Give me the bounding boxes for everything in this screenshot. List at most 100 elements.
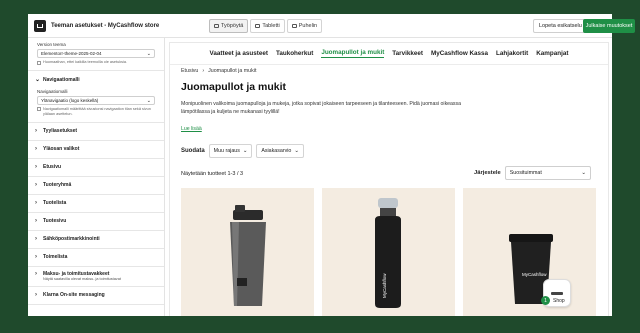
version-select[interactable]: Elementorr-theme-2025-02-04 ⌄ <box>37 49 155 58</box>
breadcrumb-separator: › <box>202 68 205 74</box>
device-desktop-button[interactable]: Työpöytä <box>209 19 249 33</box>
device-tablet-button[interactable]: Tabletti <box>250 19 285 33</box>
nav-model-select[interactable]: Ylänavigaatio (logo keskellä) ⌄ <box>37 95 155 105</box>
sidebar-item-frontpage[interactable]: › Etusivu <box>28 159 164 177</box>
sidebar-item-style[interactable]: › Tyyliasetukset <box>28 123 164 141</box>
sidebar-item-label: Klarna On-site messaging <box>43 292 105 299</box>
nav-item-accessories[interactable]: Tarvikkeet <box>392 50 423 58</box>
filter-rating-label: Asiakasarvio <box>261 148 292 154</box>
product-card[interactable] <box>181 188 314 316</box>
filter-label: Suodata <box>181 148 205 154</box>
widget-icon <box>551 291 563 295</box>
sidebar-item-label: Yläosan valikot <box>43 146 80 153</box>
shop-count: 1 <box>541 296 550 305</box>
product-count: Näytetään tuotteet 1-3 / 3 <box>181 171 244 177</box>
chevron-right-icon: › <box>35 128 37 135</box>
read-more-link[interactable]: Lue lisää <box>181 126 202 132</box>
device-phone-label: Puhelin <box>298 23 318 29</box>
nav-item-kassa[interactable]: MyCashflow Kassa <box>431 50 488 58</box>
chevron-right-icon: › <box>35 254 37 261</box>
chevron-down-icon: ⌄ <box>146 97 151 104</box>
cup-brand-text: MyCashflow <box>522 272 547 277</box>
nav-model-note-text: Navigaatiomalli määrittää sivustonsi nav… <box>43 106 151 116</box>
app-title: Teeman asetukset - MyCashflow store <box>51 22 160 29</box>
chevron-down-icon: ⌄ <box>35 77 41 84</box>
nav-model-label: Navigaatiomalli <box>37 88 68 94</box>
sidebar-item-product-page[interactable]: › Tuotesivu <box>28 213 164 231</box>
chevron-down-icon: ⌄ <box>146 51 151 57</box>
nav-model-title: Navigaatiomalli <box>43 76 80 83</box>
shop-badge[interactable]: 1 Shop <box>541 296 565 305</box>
sidebar-item-label: Tuoteryhmä <box>43 182 72 189</box>
nav-model-section: ⌄ Navigaatiomalli Navigaatiomalli Ylänav… <box>28 71 164 123</box>
device-phone-button[interactable]: Puhelin <box>286 19 323 33</box>
sidebar-item-label: Tuotelista <box>43 200 67 207</box>
version-section: Version teema Elementorr-theme-2025-02-0… <box>28 38 164 71</box>
sidebar-item-payment-delivery[interactable]: › Maksu- ja toimitustavakkeet Näytä saat… <box>28 267 164 287</box>
bottle-brand-text: MyCashflow <box>382 273 387 298</box>
sort-select[interactable]: Suosituimmat ⌄ <box>504 166 591 180</box>
nav-item-bottles[interactable]: Juomapullot ja mukit <box>321 49 385 58</box>
nav-model-note: Navigaatiomalli määrittää sivustonsi nav… <box>37 107 155 117</box>
filter-other-button[interactable]: Muu rajaus ⌄ <box>208 144 253 158</box>
nav-item-campaigns[interactable]: Kampanjat <box>536 50 568 58</box>
nav-item-giftcards[interactable]: Lahjakortit <box>496 50 528 58</box>
nav-item-clothing[interactable]: Vaatteet ja asusteet <box>210 50 268 58</box>
chevron-right-icon: › <box>35 270 37 277</box>
store-nav: Vaatteet ja asusteet Taukoherkut Juomapu… <box>170 43 608 65</box>
coffee-cup-image: MyCashflow <box>509 234 553 304</box>
chevron-down-icon: ⌄ <box>242 148 248 154</box>
sidebar-item-product-group[interactable]: › Tuoteryhmä <box>28 177 164 195</box>
sort-label: Järjestele <box>474 170 501 176</box>
stop-preview-button[interactable]: Lopeta esikatselu <box>533 19 588 33</box>
version-label: Version teema <box>37 42 66 47</box>
device-switcher: Työpöytä Tabletti Puhelin <box>209 19 323 33</box>
app-logo-icon <box>34 19 46 32</box>
filter-other-label: Muu rajaus <box>213 148 240 154</box>
settings-sidebar: Version teema Elementorr-theme-2025-02-0… <box>28 38 165 316</box>
shop-label: Shop <box>553 297 565 304</box>
product-card[interactable]: MyCashflow <box>322 188 455 316</box>
info-icon <box>37 107 41 112</box>
chevron-right-icon: › <box>35 218 37 225</box>
filter-row: Suodata Muu rajaus ⌄ Asiakasarvio ⌄ <box>181 144 304 158</box>
chevron-right-icon: › <box>35 200 37 207</box>
sidebar-item-email-marketing[interactable]: › Sähköpostimarkkinointi <box>28 231 164 249</box>
desktop-icon <box>214 24 219 28</box>
sidebar-item-label: Tuotesivu <box>43 218 67 225</box>
sidebar-item-product-list[interactable]: › Tuotelista <box>28 195 164 213</box>
chevron-right-icon: › <box>35 236 37 243</box>
version-value: Elementorr-theme-2025-02-04 <box>41 51 102 56</box>
info-icon <box>37 60 41 65</box>
sidebar-item-wishlist[interactable]: › Toimelista <box>28 249 164 267</box>
device-desktop-label: Työpöytä <box>221 23 244 29</box>
breadcrumb-home[interactable]: Etusivu <box>181 68 198 74</box>
breadcrumb: Etusivu › Juomapullot ja mukit <box>181 68 256 74</box>
chevron-right-icon: › <box>35 164 37 171</box>
sort-value: Suosituimmat <box>509 170 542 176</box>
chevron-down-icon: ⌄ <box>581 170 586 176</box>
chevron-right-icon: › <box>35 182 37 189</box>
nav-item-snacks[interactable]: Taukoherkut <box>276 50 313 58</box>
nav-model-value: Ylänavigaatio (logo keskellä) <box>41 97 99 103</box>
breadcrumb-current: Juomapullot ja mukit <box>208 68 257 74</box>
chevron-right-icon: › <box>35 146 37 153</box>
shaker-bottle-image <box>230 205 266 306</box>
preview-frame: Vaatteet ja asusteet Taukoherkut Juomapu… <box>169 42 609 316</box>
sidebar-item-label: Sähköpostimarkkinointi <box>43 236 100 243</box>
payment-block: Maksu- ja toimitustavakkeet Näytä saatav… <box>43 271 121 281</box>
page-title: Juomapullot ja mukit <box>181 81 287 93</box>
sidebar-item-klarna[interactable]: › Klarna On-site messaging <box>28 287 164 305</box>
device-tablet-label: Tabletti <box>262 23 280 29</box>
product-card[interactable]: MyCashflow <box>463 188 596 316</box>
version-note: Huomaathan, ettei kaikilla teemoilla ole… <box>37 60 155 65</box>
publish-button[interactable]: Julkaise muutokset <box>583 19 635 33</box>
sidebar-item-top-menus[interactable]: › Yläosan valikot <box>28 141 164 159</box>
sidebar-item-label: Maksu- ja toimitustavakkeet <box>43 270 110 277</box>
sidebar-item-label: Toimelista <box>43 254 68 261</box>
filter-rating-button[interactable]: Asiakasarvio ⌄ <box>256 144 304 158</box>
version-note-text: Huomaathan, ettei kaikilla teemoilla ole… <box>43 60 127 64</box>
nav-model-header[interactable]: ⌄ Navigaatiomalli <box>35 71 155 89</box>
tablet-icon <box>255 24 261 28</box>
phone-icon <box>291 24 297 28</box>
